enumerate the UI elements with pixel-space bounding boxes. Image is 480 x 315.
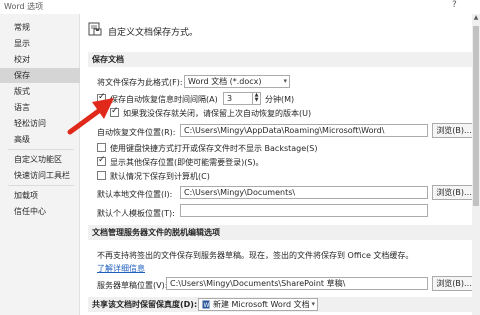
show-more-places-label: 显示其他保存位置(即使可能需要登录)(S)。 [110, 158, 264, 167]
autorecover-path-field[interactable]: C:\Users\Mingy\AppData\Roaming\Microsoft… [180, 124, 428, 137]
default-local-path-field[interactable]: C:\Users\Mingy\Documents\ [180, 186, 428, 199]
format-select-value: Word 文档 (*.docx) [188, 77, 262, 86]
sidebar-item-addins[interactable]: 加载项 [0, 188, 80, 203]
section-save-documents: 保存文档 [88, 52, 474, 67]
show-more-places-checkbox[interactable] [97, 155, 106, 166]
sidebar-divider [8, 185, 74, 186]
sidebar: 常规 显示 校对 保存 版式 语言 轻松访问 高级 自定义功能区 快速访问工具栏… [0, 14, 80, 315]
sidebar-item-display[interactable]: 显示 [0, 36, 80, 51]
vertical-scrollbar[interactable]: ▲ [472, 14, 480, 315]
word-document-icon: W [202, 300, 210, 309]
scrollbar-thumb[interactable] [473, 26, 479, 206]
fidelity-document-value: 新建 Microsoft Word 文档 [213, 300, 310, 309]
sidebar-item-language[interactable]: 语言 [0, 100, 80, 115]
scroll-up-arrow-icon[interactable]: ▲ [472, 14, 480, 22]
server-drafts-path-field[interactable]: C:\Users\Mingy\Documents\SharePoint 草稿\ [166, 277, 428, 290]
sidebar-item-customize-ribbon[interactable]: 自定义功能区 [0, 152, 80, 167]
default-local-label: 默认本地文件位置(I): [97, 190, 173, 199]
stepper-arrows-icon[interactable]: ▲ ▼ [252, 93, 260, 104]
sidebar-item-proofing[interactable]: 校对 [0, 52, 80, 67]
autorecover-minutes-value: 3 [227, 94, 233, 103]
sidebar-item-advanced[interactable]: 高级 [0, 132, 80, 147]
chevron-down-icon: ▾ [311, 300, 315, 308]
sidebar-item-general[interactable]: 常规 [0, 20, 80, 35]
browse-autorecover-button[interactable]: 浏览(B)... [432, 123, 476, 138]
default-to-computer-checkbox[interactable] [97, 171, 106, 180]
sidebar-divider [8, 149, 74, 150]
format-select[interactable]: Word 文档 (*.docx) ▾ [184, 75, 290, 88]
keep-last-autosaved-label: 如果我没保存就关闭，请保留上次自动恢复的版本(U) [123, 109, 312, 118]
no-backstage-label: 使用键盘快捷方式打开或保存文件时不显示 Backstage(S) [110, 144, 318, 153]
svg-text:W: W [204, 302, 210, 309]
autorecover-path-label: 自动恢复文件位置(R): [97, 128, 176, 137]
personal-templates-label: 默认个人模板位置(T): [97, 209, 175, 218]
format-label: 将文件保存为此格式(F): [97, 78, 183, 87]
autorecover-checkbox[interactable] [97, 92, 106, 103]
window-title: Word 选项 [4, 2, 44, 11]
server-drafts-label: 服务器草稿位置(V): [97, 281, 168, 290]
main-panel: 自定义文档保存方式。 保存文档 将文件保存为此格式(F): Word 文档 (*… [80, 14, 480, 315]
save-document-icon [88, 22, 102, 36]
minutes-label: 分钟(M) [265, 95, 295, 104]
autorecover-label: 保存自动恢复信息时间间隔(A) [110, 95, 218, 104]
title-bar: Word 选项 ? [0, 0, 480, 14]
autorecover-minutes-stepper[interactable]: 3 ▲ ▼ [223, 92, 261, 105]
chevron-down-icon: ▾ [283, 77, 287, 85]
learn-more-link[interactable]: 了解详细信息 [97, 263, 145, 274]
personal-templates-field[interactable] [180, 204, 428, 217]
sidebar-item-accessibility[interactable]: 轻松访问 [0, 116, 80, 131]
keep-last-autosaved-checkbox[interactable] [110, 106, 119, 117]
browse-server-drafts-button[interactable]: 浏览(B)... [432, 276, 476, 291]
sidebar-item-trust-center[interactable]: 信任中心 [0, 204, 80, 219]
sidebar-item-quick-access[interactable]: 快速访问工具栏 [0, 168, 80, 183]
sidebar-item-layout[interactable]: 版式 [0, 84, 80, 99]
sidebar-item-save[interactable]: 保存 [0, 68, 80, 83]
help-button[interactable]: ? [452, 0, 457, 10]
server-drafts-notice: 不再支持将签出的文件保存到服务器草稿。现在，签出的文件将保存到 Office 文… [97, 251, 414, 260]
no-backstage-checkbox[interactable] [97, 143, 106, 152]
browse-default-local-button[interactable]: 浏览(B)... [432, 185, 476, 200]
section-offline-editing: 文档管理服务器文件的脱机编辑选项 [88, 225, 474, 240]
default-to-computer-label: 默认情况下保存到计算机(C) [110, 172, 210, 181]
fidelity-label: 共享该文档时保留保真度(D): [92, 300, 198, 309]
page-header: 自定义文档保存方式。 [108, 28, 199, 38]
fidelity-document-select[interactable]: W 新建 Microsoft Word 文档 ▾ [198, 298, 318, 311]
